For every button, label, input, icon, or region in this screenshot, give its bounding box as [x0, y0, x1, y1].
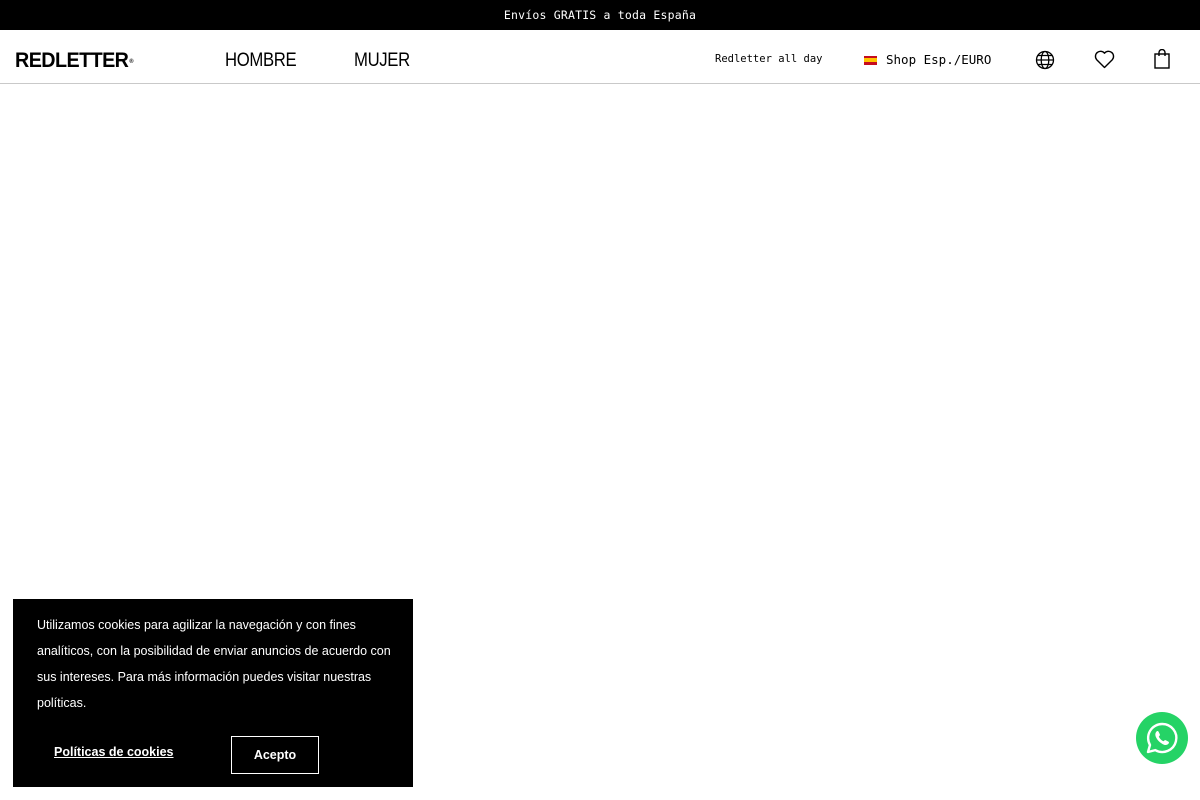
shop-region-label: Shop Esp./EURO [886, 52, 992, 67]
tagline-link[interactable]: Redletter all day [715, 52, 822, 66]
cart-button[interactable] [1151, 48, 1173, 70]
nav-hombre[interactable]: HOMBRE [225, 50, 297, 72]
shopping-bag-icon [1154, 49, 1170, 69]
promo-bar: Envíos GRATIS a toda España [0, 0, 1200, 30]
whatsapp-icon [1146, 722, 1178, 754]
cookie-banner: Utilizamos cookies para agilizar la nave… [13, 599, 413, 787]
cookie-policy-link[interactable]: Políticas de cookies [54, 745, 174, 759]
shop-region-selector[interactable]: Shop Esp./EURO [864, 50, 991, 70]
globe-icon [1035, 50, 1055, 70]
whatsapp-button[interactable] [1136, 712, 1188, 764]
promo-text: Envíos GRATIS a toda España [503, 8, 697, 22]
spain-flag-icon [864, 55, 877, 65]
logo-registered-mark: ® [129, 59, 133, 65]
logo[interactable]: REDLETTER® [15, 50, 133, 72]
site-header: REDLETTER® HOMBRE MUJER Redletter all da… [0, 30, 1200, 84]
logo-text: REDLETTER [15, 49, 129, 72]
language-button[interactable] [1034, 49, 1056, 71]
accept-cookies-button[interactable]: Acepto [231, 736, 319, 774]
cookie-text: Utilizamos cookies para agilizar la nave… [37, 618, 391, 710]
nav-mujer[interactable]: MUJER [354, 50, 410, 72]
wishlist-button[interactable] [1093, 48, 1115, 70]
heart-icon [1094, 50, 1114, 68]
